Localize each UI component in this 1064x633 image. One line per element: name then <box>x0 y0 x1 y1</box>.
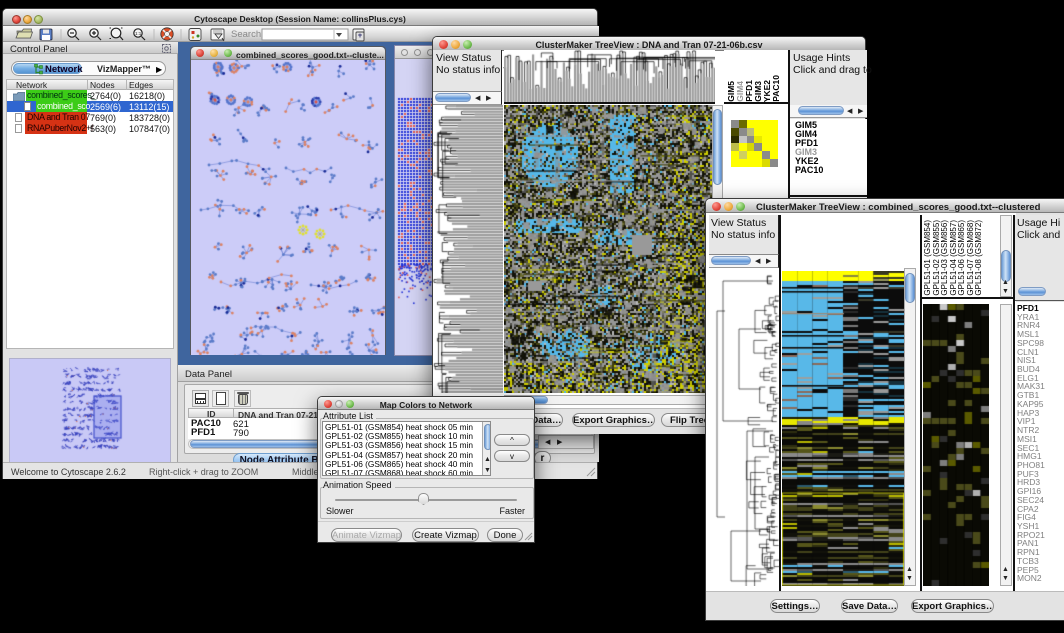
svg-text:1:1: 1:1 <box>135 31 142 36</box>
svg-text:Search:: Search: <box>231 29 264 40</box>
